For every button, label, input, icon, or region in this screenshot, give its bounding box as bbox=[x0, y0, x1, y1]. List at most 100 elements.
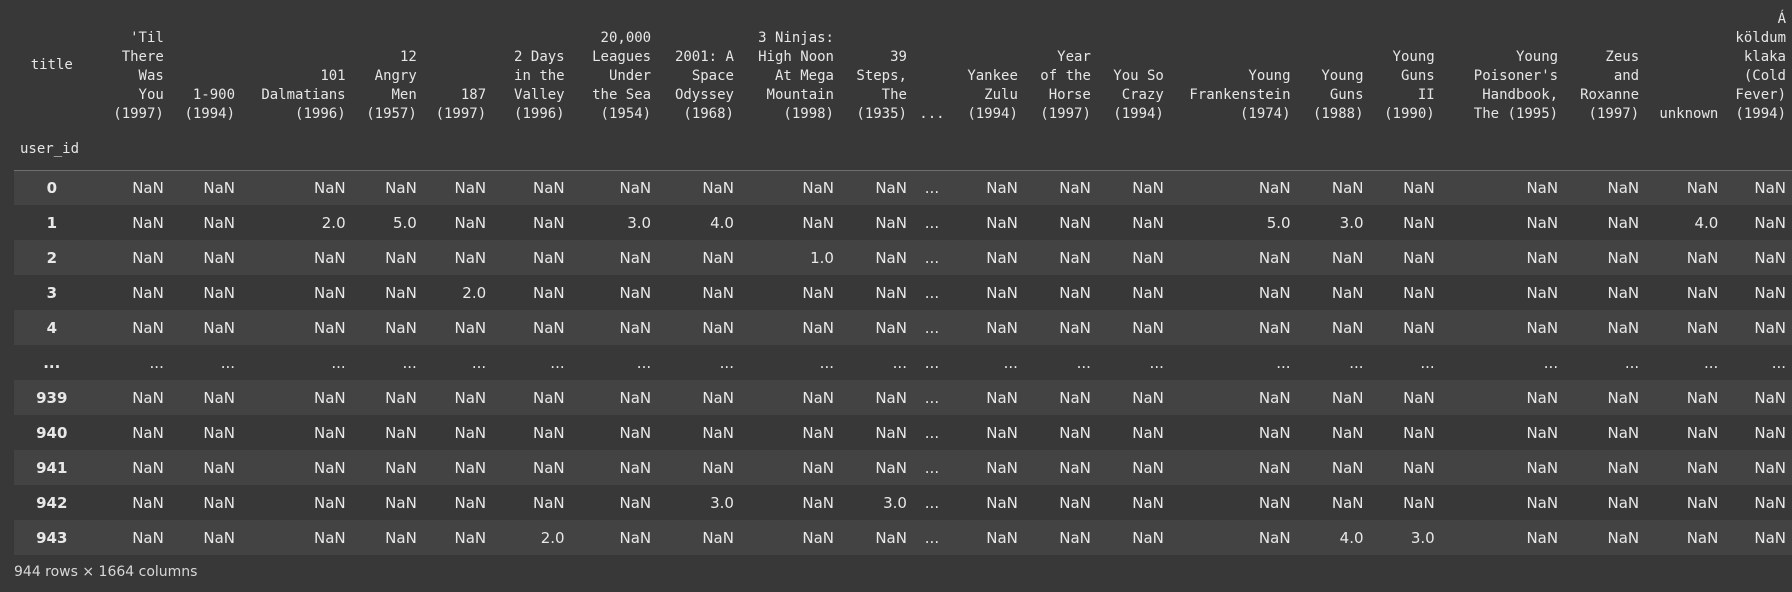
table-cell: NaN bbox=[532, 423, 565, 442]
table-cell: 3.0 bbox=[883, 493, 907, 512]
table-cell: NaN bbox=[802, 178, 834, 197]
table-cell: NaN bbox=[1403, 213, 1435, 232]
table-cell: NaN bbox=[702, 283, 734, 302]
column-header: Young Guns II (1990) bbox=[1384, 49, 1435, 122]
table-cell: NaN bbox=[313, 318, 346, 337]
table-cell: NaN bbox=[619, 528, 652, 547]
column-header: 101 Dalmatians (1996) bbox=[261, 68, 346, 122]
table-cell: 3.0 bbox=[1410, 528, 1435, 547]
table-cell: NaN bbox=[1607, 423, 1640, 442]
table-cell: NaN bbox=[203, 248, 236, 267]
row-index: 4 bbox=[46, 318, 57, 337]
table-cell: NaN bbox=[1526, 493, 1559, 512]
table-row: 939 NaN NaN NaN NaN NaN NaN NaN NaN NaN NaN... NaN N… bbox=[14, 380, 1792, 415]
index-row-spacer bbox=[950, 130, 1024, 171]
table-cell: ... bbox=[924, 318, 940, 337]
table-cell: NaN bbox=[385, 388, 417, 407]
table-cell: NaN bbox=[1607, 318, 1640, 337]
table-cell: NaN bbox=[203, 318, 236, 337]
table-cell: ... bbox=[471, 353, 487, 372]
column-header: unknown bbox=[1659, 106, 1719, 122]
table-cell: NaN bbox=[1403, 388, 1435, 407]
table-cell: NaN bbox=[1686, 178, 1719, 197]
table-cell: NaN bbox=[132, 493, 164, 512]
index-row-spacer bbox=[1369, 130, 1441, 171]
table-cell: 5.0 bbox=[1266, 213, 1291, 232]
table-cell: NaN bbox=[1132, 318, 1164, 337]
index-row-spacer bbox=[839, 130, 913, 171]
row-index: 0 bbox=[46, 178, 57, 197]
table-cell: NaN bbox=[875, 283, 907, 302]
table-cell: 2.0 bbox=[540, 528, 565, 547]
table-cell: NaN bbox=[1686, 248, 1719, 267]
table-cell: NaN bbox=[385, 178, 417, 197]
table-cell: NaN bbox=[1403, 423, 1435, 442]
table-cell: NaN bbox=[1686, 423, 1719, 442]
dataframe-shape-label: 944 rows × 1664 columns bbox=[14, 564, 198, 580]
table-cell: NaN bbox=[1258, 528, 1291, 547]
table-cell: NaN bbox=[313, 283, 346, 302]
table-cell: NaN bbox=[385, 458, 417, 477]
table-cell: ... bbox=[892, 353, 907, 372]
table-cell: NaN bbox=[532, 493, 565, 512]
table-cell: NaN bbox=[313, 528, 346, 547]
table-row: 1 NaN NaN 2.0 5.0 NaN NaN 3.0 4.0 NaN NaN... NaN NaN… bbox=[14, 205, 1792, 240]
table-cell: NaN bbox=[385, 493, 417, 512]
table-cell: ... bbox=[149, 353, 164, 372]
table-cell: NaN bbox=[802, 493, 834, 512]
row-index: 2 bbox=[46, 248, 57, 267]
table-cell: NaN bbox=[1059, 248, 1091, 267]
table-cell: NaN bbox=[1331, 388, 1364, 407]
table-row: 4 NaN NaN NaN NaN NaN NaN NaN NaN NaN NaN... NaN NaN… bbox=[14, 310, 1792, 345]
table-cell: NaN bbox=[203, 423, 236, 442]
table-cell: 2.0 bbox=[462, 283, 487, 302]
row-index: 939 bbox=[36, 388, 68, 407]
column-header-row: title 'Til There Was You (1997) 1-900 (19… bbox=[14, 0, 1792, 130]
table-cell: NaN bbox=[454, 388, 487, 407]
table-cell: ... bbox=[1149, 353, 1164, 372]
table-cell: 3.0 bbox=[1339, 213, 1364, 232]
table-cell: NaN bbox=[1132, 283, 1164, 302]
table-cell: ... bbox=[1276, 353, 1291, 372]
table-cell: 4.0 bbox=[1339, 528, 1364, 547]
column-header: Year of the Horse (1997) bbox=[1040, 49, 1091, 122]
table-cell: NaN bbox=[1403, 493, 1435, 512]
table-cell: NaN bbox=[1686, 388, 1719, 407]
table-cell: NaN bbox=[1059, 458, 1091, 477]
table-cell: NaN bbox=[875, 528, 907, 547]
table-cell: NaN bbox=[986, 458, 1018, 477]
table-cell: NaN bbox=[1132, 458, 1164, 477]
dataframe-table: title 'Til There Was You (1997) 1-900 (19… bbox=[14, 0, 1792, 555]
index-name-label: user_id bbox=[14, 130, 90, 171]
table-cell: NaN bbox=[1331, 493, 1364, 512]
table-cell: NaN bbox=[1686, 283, 1719, 302]
table-cell: NaN bbox=[1526, 213, 1559, 232]
column-header: 12 Angry Men (1957) bbox=[366, 49, 417, 122]
dataframe-output: title 'Til There Was You (1997) 1-900 (19… bbox=[14, 0, 1792, 592]
table-cell: NaN bbox=[313, 458, 346, 477]
table-cell: 5.0 bbox=[392, 213, 417, 232]
table-cell: NaN bbox=[875, 318, 907, 337]
table-cell: NaN bbox=[313, 423, 346, 442]
table-cell: NaN bbox=[1526, 283, 1559, 302]
table-cell: NaN bbox=[1403, 458, 1435, 477]
table-cell: NaN bbox=[1607, 178, 1640, 197]
table-cell: NaN bbox=[1258, 423, 1291, 442]
table-cell: 3.0 bbox=[627, 213, 652, 232]
table-row: 940 NaN NaN NaN NaN NaN NaN NaN NaN NaN NaN... NaN N… bbox=[14, 415, 1792, 450]
table-cell: NaN bbox=[385, 318, 417, 337]
column-header: 2001: A Space Odyssey (1968) bbox=[674, 49, 734, 122]
table-cell: NaN bbox=[802, 388, 834, 407]
table-cell: NaN bbox=[702, 318, 734, 337]
index-row-spacer bbox=[1169, 130, 1297, 171]
column-header: You So Crazy (1994) bbox=[1113, 68, 1164, 122]
table-cell: NaN bbox=[1059, 388, 1091, 407]
table-cell: NaN bbox=[132, 458, 164, 477]
table-cell: ... bbox=[220, 353, 236, 372]
column-header: Á köldum klaka (Cold Fever) (1994) bbox=[1735, 11, 1786, 122]
table-cell: NaN bbox=[875, 458, 907, 477]
index-row-spacer bbox=[169, 130, 242, 171]
table-cell: NaN bbox=[1132, 178, 1164, 197]
table-cell: NaN bbox=[1686, 458, 1719, 477]
table-cell: ... bbox=[719, 353, 734, 372]
